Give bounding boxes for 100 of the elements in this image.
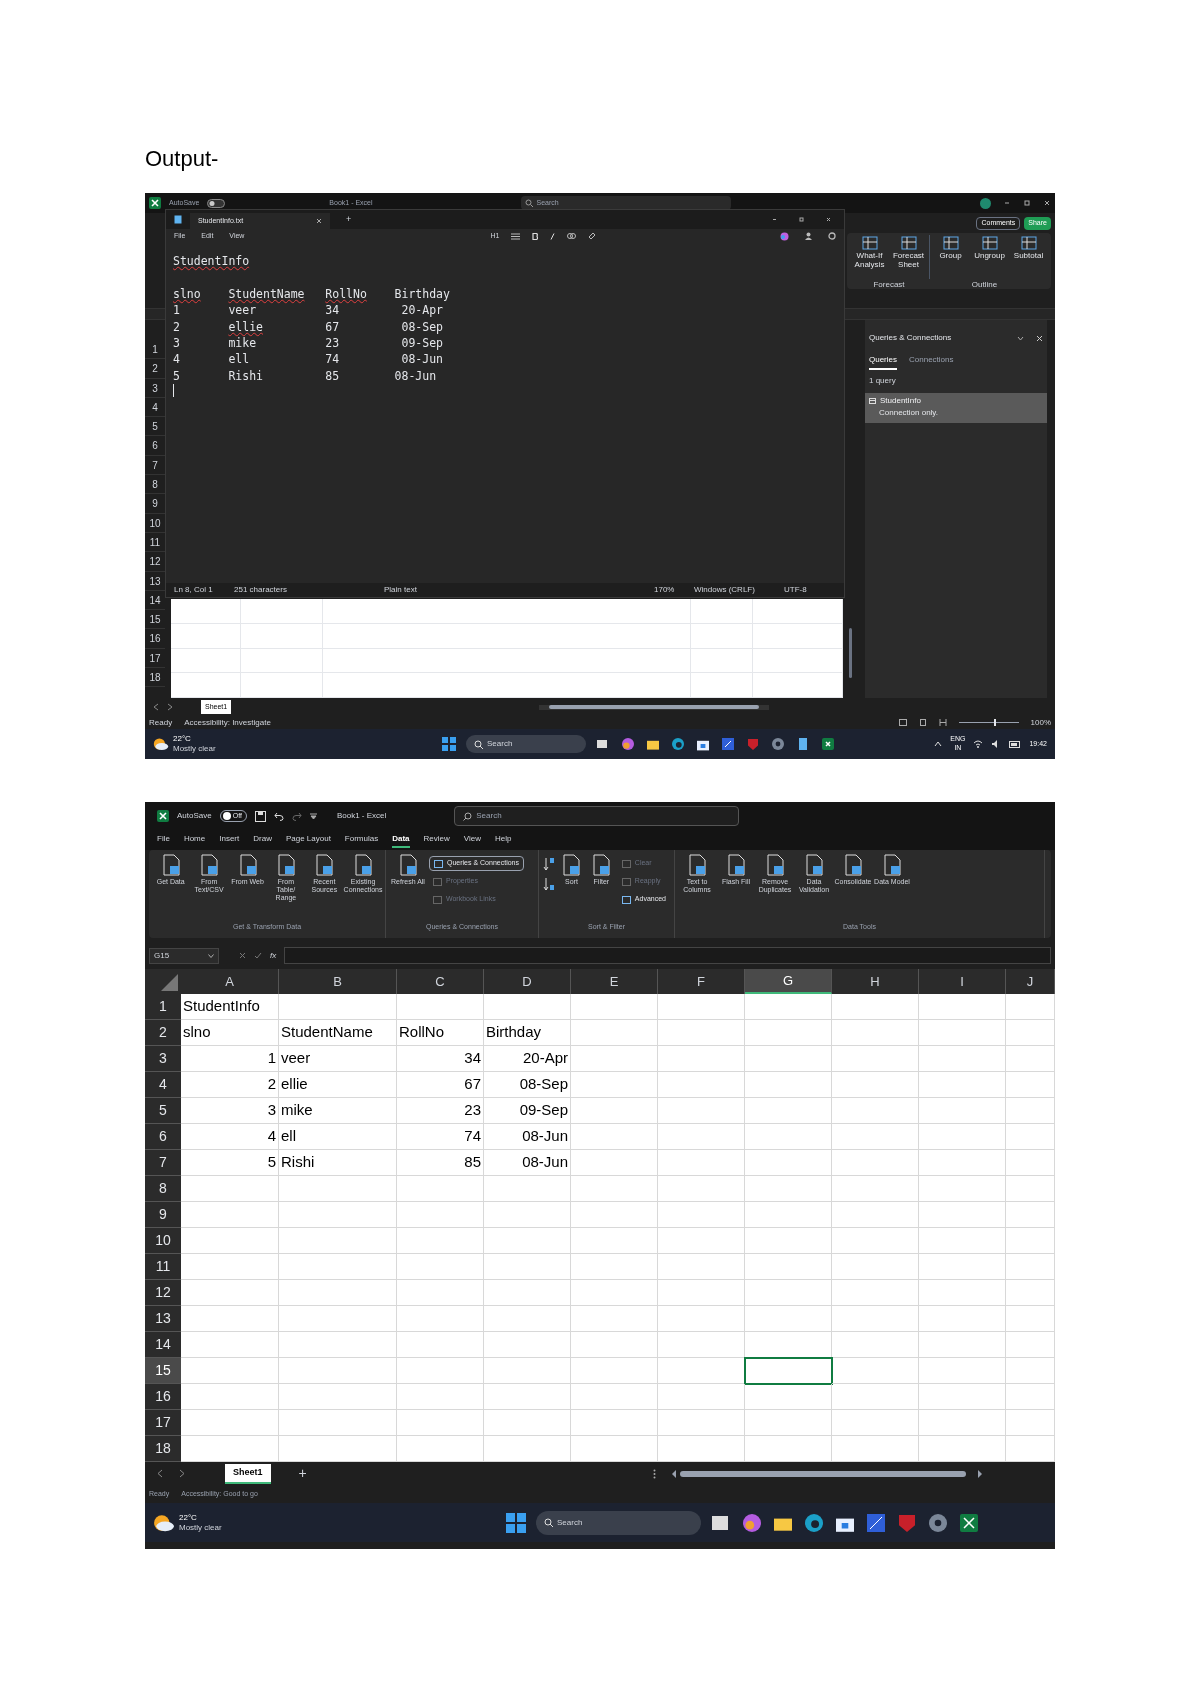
table-cell[interactable] [745, 1150, 832, 1176]
table-cell[interactable] [571, 1150, 658, 1176]
table-cell[interactable] [397, 1410, 484, 1436]
table-cell[interactable] [658, 1202, 745, 1228]
table-cell[interactable] [1006, 1410, 1055, 1436]
table-cell[interactable] [571, 1020, 658, 1046]
column-header[interactable]: I [919, 969, 1006, 994]
table-cell[interactable]: 4 [181, 1124, 279, 1150]
table-cell[interactable] [181, 1410, 279, 1436]
table-cell[interactable] [832, 1046, 919, 1072]
table-cell[interactable] [832, 1176, 919, 1202]
column-header[interactable]: D [484, 969, 571, 994]
row-header[interactable]: 7 [145, 1150, 181, 1176]
column-header[interactable]: J [1006, 969, 1055, 994]
save-icon[interactable] [254, 810, 266, 822]
table-cell[interactable] [279, 1176, 397, 1202]
table-cell[interactable] [745, 1046, 832, 1072]
redo-icon[interactable] [291, 811, 302, 821]
table-cell[interactable] [397, 1254, 484, 1280]
maximize-icon[interactable] [798, 216, 805, 223]
name-box[interactable]: G15 [149, 947, 219, 964]
table-cell[interactable]: Birthday [484, 1020, 571, 1046]
table-cell[interactable]: 09-Sep [484, 1098, 571, 1124]
column-header[interactable]: F [658, 969, 745, 994]
row-header[interactable]: 3 [145, 1046, 181, 1072]
table-cell[interactable] [1006, 994, 1055, 1020]
row-header[interactable]: 18 [145, 668, 165, 688]
table-cell[interactable]: 85 [397, 1150, 484, 1176]
table-cell[interactable] [484, 1384, 571, 1410]
gear-icon[interactable] [927, 1511, 949, 1534]
table-cell[interactable] [484, 1332, 571, 1358]
table-cell[interactable]: 67 [397, 1072, 484, 1098]
table-cell[interactable]: RollNo [397, 1020, 484, 1046]
table-cell[interactable] [658, 1280, 745, 1306]
table-cell[interactable]: 08-Jun [484, 1150, 571, 1176]
table-cell[interactable] [181, 1280, 279, 1306]
table-cell[interactable]: ellie [279, 1072, 397, 1098]
table-cell[interactable] [919, 1306, 1006, 1332]
row-header[interactable]: 16 [145, 1384, 181, 1410]
table-cell[interactable] [919, 1332, 1006, 1358]
table-cell[interactable] [745, 1098, 832, 1124]
horizontal-scrollbar[interactable] [539, 704, 770, 710]
table-cell[interactable] [832, 1254, 919, 1280]
ribbon-tab[interactable]: File [157, 832, 170, 848]
account-icon[interactable] [805, 232, 812, 240]
ribbon-tab[interactable]: View [463, 832, 481, 848]
column-header[interactable]: C [397, 969, 484, 994]
table-cell[interactable] [1006, 1124, 1055, 1150]
list-icon[interactable] [511, 232, 521, 240]
table-cell[interactable] [397, 1228, 484, 1254]
table-cell[interactable] [745, 1176, 832, 1202]
row-header[interactable]: 13 [145, 1306, 181, 1332]
close-icon[interactable] [1036, 334, 1043, 342]
table-cell[interactable] [919, 1176, 1006, 1202]
table-cell[interactable] [279, 1254, 397, 1280]
table-cell[interactable] [484, 1254, 571, 1280]
table-cell[interactable] [484, 1176, 571, 1202]
table-cell[interactable] [919, 1020, 1006, 1046]
panel-tab[interactable]: Connections [909, 354, 954, 370]
table-cell[interactable] [658, 1410, 745, 1436]
table-cell[interactable] [279, 1358, 397, 1384]
table-cell[interactable] [571, 1280, 658, 1306]
table-cell[interactable] [745, 1358, 832, 1384]
table-cell[interactable] [484, 994, 571, 1020]
table-cell[interactable] [658, 1228, 745, 1254]
table-cell[interactable] [484, 1228, 571, 1254]
table-cell[interactable] [832, 1072, 919, 1098]
table-cell[interactable] [658, 1020, 745, 1046]
table-cell[interactable]: 74 [397, 1124, 484, 1150]
maximize-icon[interactable] [1023, 199, 1031, 207]
column-header[interactable]: A [181, 969, 279, 994]
table-cell[interactable] [279, 1202, 397, 1228]
table-cell[interactable] [1006, 1358, 1055, 1384]
browser-icon[interactable] [670, 736, 686, 752]
row-header[interactable]: 16 [145, 629, 165, 649]
horizontal-scrollbar[interactable] [671, 1469, 982, 1478]
column-header[interactable]: B [279, 969, 397, 994]
table-cell[interactable] [571, 1410, 658, 1436]
table-cell[interactable] [919, 1254, 1006, 1280]
table-cell[interactable] [745, 994, 832, 1020]
table-cell[interactable] [745, 1124, 832, 1150]
table-cell[interactable] [279, 1228, 397, 1254]
table-cell[interactable] [658, 1176, 745, 1202]
row-header[interactable]: 6 [145, 1124, 181, 1150]
table-cell[interactable] [1006, 1280, 1055, 1306]
table-cell[interactable] [484, 1280, 571, 1306]
table-cell[interactable]: StudentName [279, 1020, 397, 1046]
table-cell[interactable] [832, 1332, 919, 1358]
more-icon[interactable] [652, 1468, 656, 1479]
minimize-icon[interactable] [771, 216, 778, 223]
table-cell[interactable] [181, 1176, 279, 1202]
row-header[interactable]: 15 [145, 1358, 181, 1384]
table-cell[interactable] [745, 1072, 832, 1098]
ribbon-button[interactable]: Forecast Sheet [890, 235, 927, 275]
table-cell[interactable] [181, 1358, 279, 1384]
row-header[interactable]: 10 [145, 1228, 181, 1254]
table-cell[interactable] [397, 994, 484, 1020]
app-icon[interactable] [720, 736, 736, 752]
sheet-tab[interactable]: Sheet1 [225, 1463, 271, 1484]
table-cell[interactable] [745, 1384, 832, 1410]
